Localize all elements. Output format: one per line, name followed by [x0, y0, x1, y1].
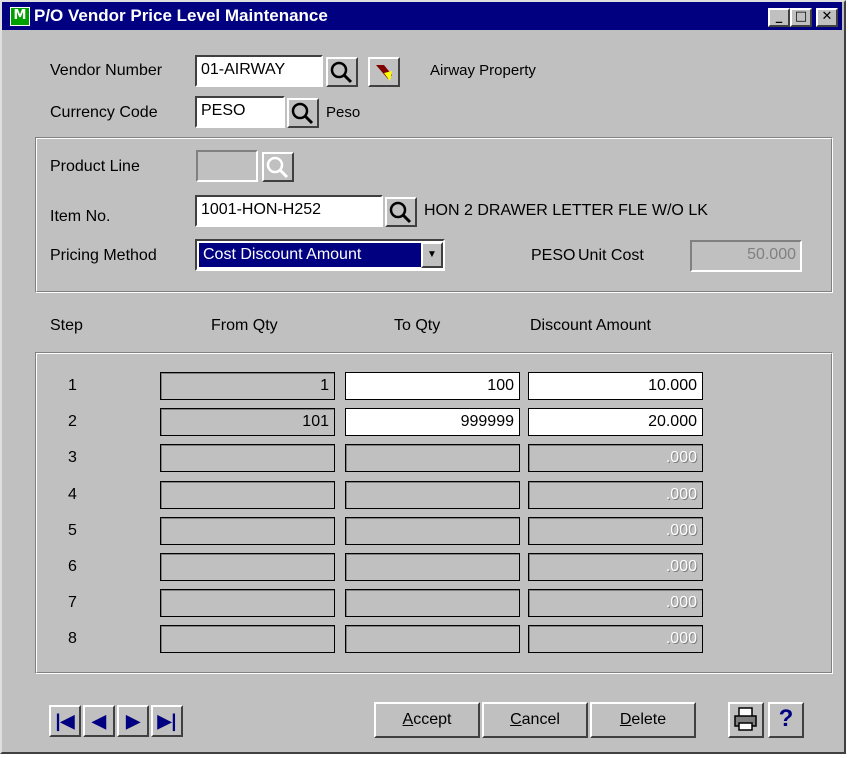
first-record-button[interactable]: |◀	[49, 705, 81, 737]
title-bar[interactable]: M P/O Vendor Price Level Maintenance _ □…	[2, 2, 842, 30]
vendor-number-field[interactable]: 01-AIRWAY	[195, 55, 323, 87]
to-qty-cell[interactable]	[345, 517, 520, 545]
magnifier-icon	[266, 156, 289, 179]
discount-amount-cell[interactable]: 20.000	[528, 408, 703, 436]
from-qty-cell: 1	[160, 372, 335, 400]
previous-record-icon: ◀	[92, 711, 106, 731]
vendor-memo-button[interactable]	[368, 57, 400, 87]
unit-cost-currency: PESO	[531, 247, 576, 264]
from-qty-header: From Qty	[211, 317, 278, 334]
accept-button[interactable]: Accept	[374, 702, 480, 738]
help-question-icon: ?	[778, 705, 794, 732]
magnifier-icon	[291, 102, 314, 125]
window-title: P/O Vendor Price Level Maintenance	[34, 6, 328, 25]
step-number: 5	[68, 522, 77, 539]
to-qty-cell[interactable]	[345, 589, 520, 617]
unit-cost-field: 50.000	[690, 240, 802, 272]
from-qty-cell	[160, 553, 335, 581]
product-line-field[interactable]	[196, 150, 258, 182]
discount-amount-cell[interactable]: .000	[528, 553, 703, 581]
magnifier-icon	[389, 201, 412, 224]
from-qty-cell	[160, 481, 335, 509]
step-number: 3	[68, 449, 77, 466]
currency-name: Peso	[326, 104, 361, 121]
to-qty-cell[interactable]	[345, 444, 520, 472]
to-qty-cell[interactable]: 999999	[345, 408, 520, 436]
app-m-icon[interactable]: M	[10, 7, 30, 26]
discount-amount-cell[interactable]: .000	[528, 481, 703, 509]
highlighter-icon	[376, 65, 392, 81]
currency-lookup-button[interactable]	[287, 98, 319, 128]
from-qty-cell: 101	[160, 408, 335, 436]
unit-cost-label: Unit Cost	[578, 247, 644, 264]
dropdown-arrow-icon[interactable]: ▼	[421, 242, 443, 268]
from-qty-cell	[160, 625, 335, 653]
discount-amount-cell[interactable]: .000	[528, 517, 703, 545]
printer-icon	[734, 707, 757, 731]
last-record-button[interactable]: ▶|	[151, 705, 183, 737]
step-header: Step	[50, 317, 83, 334]
discount-amount-cell[interactable]: .000	[528, 589, 703, 617]
step-number: 4	[68, 486, 77, 503]
vendor-lookup-button[interactable]	[326, 57, 358, 87]
vendor-name: Airway Property	[430, 62, 536, 79]
close-button[interactable]: ✕	[816, 8, 838, 27]
next-record-icon: ▶	[126, 711, 140, 731]
item-number-label: Item No.	[50, 208, 111, 225]
to-qty-cell[interactable]	[345, 625, 520, 653]
help-button[interactable]: ?	[768, 702, 804, 738]
next-record-button[interactable]: ▶	[117, 705, 149, 737]
step-number: 1	[68, 377, 77, 394]
magnifier-icon	[330, 61, 353, 84]
delete-button[interactable]: Delete	[590, 702, 696, 738]
step-number: 7	[68, 594, 77, 611]
minimize-button[interactable]: _	[768, 8, 790, 27]
product-line-lookup-button[interactable]	[262, 152, 294, 182]
item-lookup-button[interactable]	[385, 197, 417, 227]
pricing-method-value: Cost Discount Amount	[199, 243, 423, 267]
discount-amount-cell[interactable]: 10.000	[528, 372, 703, 400]
first-record-icon: |◀	[55, 711, 75, 731]
to-qty-cell[interactable]	[345, 481, 520, 509]
currency-code-label: Currency Code	[50, 104, 158, 121]
currency-code-field[interactable]: PESO	[195, 96, 285, 128]
previous-record-button[interactable]: ◀	[83, 705, 115, 737]
to-qty-cell[interactable]	[345, 553, 520, 581]
maximize-button[interactable]: □	[790, 8, 812, 27]
from-qty-cell	[160, 589, 335, 617]
to-qty-header: To Qty	[394, 317, 441, 334]
cancel-button[interactable]: Cancel	[482, 702, 588, 738]
from-qty-cell	[160, 444, 335, 472]
to-qty-cell[interactable]: 100	[345, 372, 520, 400]
discount-amount-cell[interactable]: .000	[528, 625, 703, 653]
print-button[interactable]	[728, 702, 764, 738]
last-record-icon: ▶|	[157, 711, 177, 731]
from-qty-cell	[160, 517, 335, 545]
discount-amount-header: Discount Amount	[530, 317, 651, 334]
item-number-field[interactable]: 1001-HON-H252	[195, 195, 383, 227]
step-number: 6	[68, 558, 77, 575]
product-line-label: Product Line	[50, 158, 140, 175]
discount-amount-cell[interactable]: .000	[528, 444, 703, 472]
item-description: HON 2 DRAWER LETTER FLE W/O LK	[424, 202, 708, 219]
step-number: 8	[68, 630, 77, 647]
vendor-number-label: Vendor Number	[50, 62, 163, 79]
pricing-method-select[interactable]: Cost Discount Amount ▼	[195, 239, 445, 271]
step-number: 2	[68, 413, 77, 430]
pricing-method-label: Pricing Method	[50, 247, 157, 264]
